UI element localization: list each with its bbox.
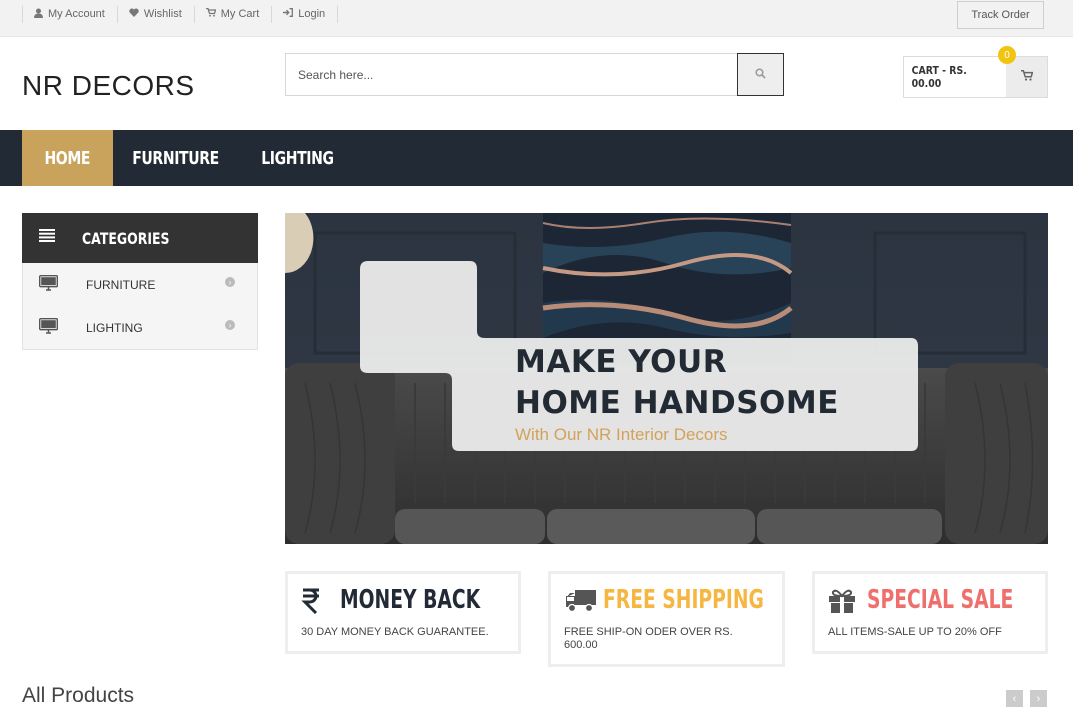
categories-list: FURNITURE › LIGHTING ›: [22, 263, 258, 350]
search-button[interactable]: [737, 53, 784, 96]
site-logo[interactable]: NR DECORS: [22, 70, 195, 102]
feature-free-shipping: FREE SHIPPING FREE SHIP-ON ODER OVER RS.…: [548, 571, 785, 667]
hero-banner[interactable]: MAKE YOUR HOME HANDSOME With Our NR Inte…: [285, 213, 1048, 544]
feature-money-back: MONEY BACK 30 DAY MONEY BACK GUARANTEE.: [285, 571, 521, 654]
all-products-title: All Products: [22, 684, 135, 707]
main-nav: HOME FURNITURE LIGHTING: [0, 130, 1073, 186]
cart-button[interactable]: CART - RS. 00.00: [903, 56, 1048, 98]
wishlist-label: Wishlist: [143, 8, 182, 20]
feature-desc: ALL ITEMS-SALE UP TO 20% OFF: [828, 626, 1002, 638]
my-cart-link[interactable]: My Cart: [193, 5, 272, 23]
cart-icon-box: [1006, 57, 1047, 97]
banner-subtitle: With Our NR Interior Decors: [515, 425, 728, 444]
feature-desc: FREE SHIP-ON ODER OVER RS. 600.00: [564, 626, 733, 651]
carousel-prev-button[interactable]: ‹: [1006, 690, 1023, 707]
search-icon: [755, 66, 766, 84]
feature-title: FREE SHIPPING: [603, 585, 764, 615]
feature-special-sale: SPECIAL SALE ALL ITEMS-SALE UP TO 20% OF…: [812, 571, 1048, 654]
login-link[interactable]: Login: [271, 5, 339, 23]
track-order-button[interactable]: Track Order: [957, 1, 1044, 29]
sidebar-item-furniture[interactable]: FURNITURE ›: [23, 263, 257, 306]
top-links: My Account Wishlist My Cart Login: [22, 0, 339, 28]
monitor-icon: [38, 274, 59, 296]
sidebar-item-label: FURNITURE: [86, 277, 156, 292]
nav-home[interactable]: HOME: [22, 130, 113, 186]
feature-title: SPECIAL SALE: [867, 585, 1014, 615]
feature-title: MONEY BACK: [340, 585, 481, 615]
carousel-next-button[interactable]: ›: [1030, 690, 1047, 707]
banner-headline-1: MAKE YOUR: [515, 344, 728, 380]
rupee-icon: [301, 588, 321, 619]
categories-title: CATEGORIES: [82, 228, 170, 248]
sidebar-item-lighting[interactable]: LIGHTING ›: [23, 306, 257, 349]
cart-total: CART - RS. 00.00: [911, 64, 967, 90]
truck-icon: [565, 589, 597, 618]
heart-icon: [129, 8, 139, 20]
login-label: Login: [298, 8, 326, 20]
login-icon: [283, 8, 294, 20]
gift-icon: [828, 588, 856, 619]
categories-header[interactable]: CATEGORIES: [22, 213, 258, 263]
nav-lighting[interactable]: LIGHTING: [247, 130, 347, 186]
my-account-label: My Account: [48, 8, 105, 20]
nav-home-label: HOME: [44, 147, 91, 169]
feature-desc: 30 DAY MONEY BACK GUARANTEE.: [301, 626, 489, 638]
search-input[interactable]: [286, 54, 737, 95]
wishlist-link[interactable]: Wishlist: [116, 5, 194, 23]
cart-icon: [205, 7, 217, 20]
cart-count-badge: 0: [998, 46, 1016, 64]
user-icon: [34, 8, 43, 21]
nav-lighting-label: LIGHTING: [260, 147, 334, 169]
chevron-right-icon: ›: [225, 277, 235, 287]
monitor-icon: [38, 317, 59, 339]
nav-furniture-label: FURNITURE: [132, 147, 220, 169]
my-account-link[interactable]: My Account: [22, 5, 117, 23]
menu-icon: [39, 229, 55, 247]
top-bar: My Account Wishlist My Cart Login Track …: [0, 0, 1073, 37]
chevron-right-icon: ›: [225, 320, 235, 330]
banner-headline-2: HOME HANDSOME: [515, 385, 839, 421]
my-cart-label: My Cart: [220, 8, 260, 20]
sidebar-item-label: LIGHTING: [86, 320, 143, 335]
nav-furniture[interactable]: FURNITURE: [120, 130, 232, 186]
shopping-cart-icon: [1020, 68, 1033, 86]
search-bar: [285, 53, 784, 96]
